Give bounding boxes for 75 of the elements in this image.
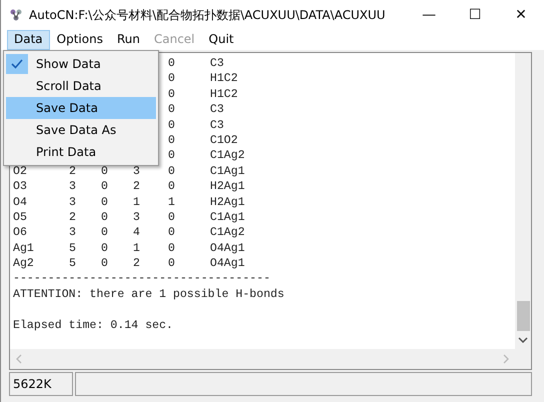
output-cell: 0 [168, 88, 175, 101]
output-cell: 3 [133, 164, 140, 178]
output-cell: Ag2 [13, 257, 34, 270]
output-line: Elapsed time: 0.14 sec. [13, 318, 174, 332]
app-icon [9, 8, 23, 22]
output-cell: 0 [168, 180, 175, 194]
output-cell: 0 [101, 242, 108, 255]
output-cell: O3 [13, 180, 27, 194]
menu-item[interactable]: Data [7, 30, 50, 50]
menu-item[interactable]: Options [50, 30, 110, 50]
output-cell: 3 [69, 196, 76, 209]
output-cell: 0 [168, 210, 175, 224]
output-cell: C1Ag2 [210, 149, 245, 162]
output-cell: 1 [168, 196, 175, 209]
output-cell: 2 [133, 180, 140, 194]
output-cell: 0 [101, 210, 108, 224]
scroll-thumb[interactable] [516, 301, 530, 331]
menu-item[interactable]: Save Data [6, 97, 156, 119]
menu-item[interactable]: Scroll Data [6, 75, 156, 97]
output-cell: H1C2 [210, 88, 238, 101]
output-cell: 0 [168, 242, 175, 255]
output-cell: 4 [133, 226, 140, 240]
output-cell: Ag1 [13, 242, 34, 255]
output-cell: O5 [13, 210, 27, 224]
check-icon [11, 59, 23, 69]
menu-item[interactable]: Show Data [6, 53, 156, 75]
output-cell: H2Ag1 [210, 180, 245, 194]
output-cell: C1Ag2 [210, 226, 245, 240]
output-line: ------------------------------------- [13, 272, 270, 286]
output-cell: 1 [133, 242, 140, 255]
menu-item[interactable]: Run [110, 30, 147, 50]
output-cell: 0 [168, 103, 175, 116]
output-cell: 5 [69, 257, 76, 270]
output-cell: C1O2 [210, 134, 238, 147]
output-cell: 0 [168, 149, 175, 162]
status-pane: 5622K [9, 372, 73, 396]
output-cell: 0 [168, 257, 175, 270]
output-cell: 0 [168, 72, 175, 86]
output-cell: O4 [13, 196, 27, 209]
output-cell: 0 [101, 226, 108, 240]
output-cell: C3 [210, 103, 224, 116]
output-line: ATTENTION: there are 1 possible H-bonds [13, 288, 284, 301]
output-cell: 0 [168, 134, 175, 147]
output-cell: O4Ag1 [210, 257, 245, 270]
output-cell: 3 [133, 210, 140, 224]
output-cell: 0 [168, 57, 175, 70]
output-cell: O4Ag1 [210, 242, 245, 255]
window-title: AutoCN:F:\公众号材料\配合物拓扑数据\ACUXUU\DATA\ACUXUU [29, 6, 386, 24]
output-cell: H1C2 [210, 72, 238, 86]
output-cell: 3 [69, 180, 76, 194]
vertical-scrollbar[interactable] [515, 53, 531, 349]
output-cell: C1Ag1 [210, 164, 245, 178]
output-cell: 3 [69, 226, 76, 240]
output-cell: 0 [168, 118, 175, 132]
output-cell: 0 [101, 196, 108, 209]
output-cell: 0 [101, 257, 108, 270]
output-cell: 0 [168, 164, 175, 178]
horizontal-scrollbar[interactable] [9, 349, 532, 370]
output-cell: 0 [101, 164, 108, 178]
output-cell: 2 [133, 257, 140, 270]
output-cell: 5 [69, 242, 76, 255]
output-cell: 0 [101, 180, 108, 194]
output-cell: 0 [168, 226, 175, 240]
output-cell: C1Ag1 [210, 210, 245, 224]
output-cell: 2 [69, 210, 76, 224]
menu-item[interactable]: Save Data As [6, 119, 156, 141]
output-cell: 1 [133, 196, 140, 209]
output-cell: O6 [13, 226, 27, 240]
output-cell: H2Ag1 [210, 196, 245, 209]
output-cell: 2 [69, 164, 76, 178]
output-cell: C3 [210, 57, 224, 70]
menu-item[interactable]: Print Data [6, 141, 156, 163]
menu-item[interactable]: Quit [202, 30, 241, 50]
output-cell: C3 [210, 118, 224, 132]
output-cell: O2 [13, 164, 27, 178]
